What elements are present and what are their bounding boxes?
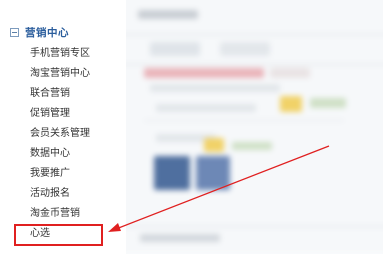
sidebar-item-mobile-marketing[interactable]: 手机营销专区	[30, 44, 90, 64]
sidebar-item-joint-marketing[interactable]: 联合营销	[30, 84, 90, 104]
sidebar-item-taobao-marketing-center[interactable]: 淘宝营销中心	[30, 64, 90, 84]
sidebar-item-data-center[interactable]: 数据中心	[30, 144, 90, 164]
sidebar-item-taojinbi-marketing[interactable]: 淘金币营销	[30, 204, 90, 224]
collapse-icon[interactable]	[10, 27, 19, 37]
group-title: 营销中心	[25, 26, 69, 39]
sidebar: 营销中心 手机营销专区 淘宝营销中心 联合营销 促销管理 会员关系管理 数据中心…	[0, 0, 126, 254]
main-content-blurred	[126, 0, 383, 254]
marketing-center-group-header[interactable]: 营销中心	[10, 24, 69, 40]
blurred-content	[126, 0, 383, 254]
marketing-menu: 手机营销专区 淘宝营销中心 联合营销 促销管理 会员关系管理 数据中心 我要推广…	[30, 44, 90, 244]
sidebar-item-member-relationship[interactable]: 会员关系管理	[30, 124, 90, 144]
sidebar-item-event-signup[interactable]: 活动报名	[30, 184, 90, 204]
sidebar-item-promotion-management[interactable]: 促销管理	[30, 104, 90, 124]
highlight-box	[14, 224, 103, 246]
sidebar-item-promote[interactable]: 我要推广	[30, 164, 90, 184]
